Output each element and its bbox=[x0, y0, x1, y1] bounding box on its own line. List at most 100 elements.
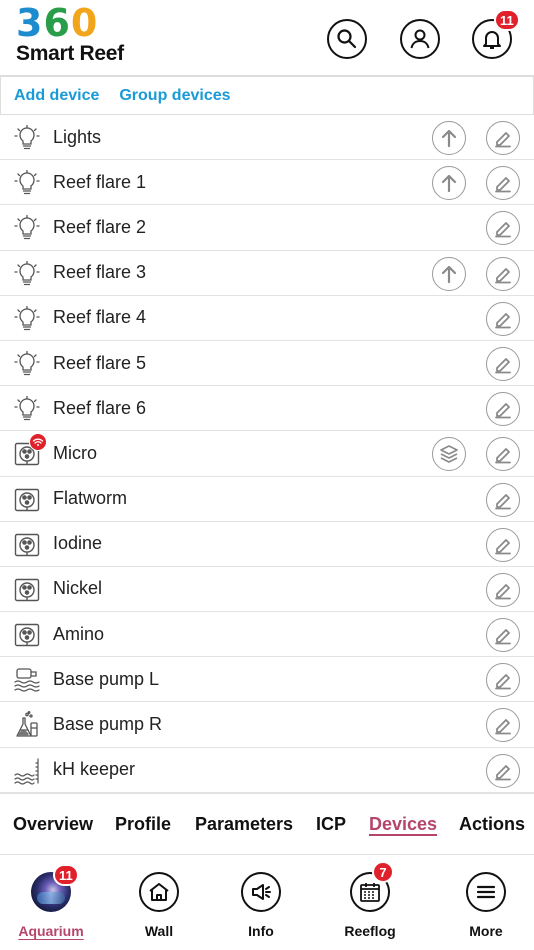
device-row-iodine[interactable]: Iodine bbox=[0, 522, 534, 567]
user-icon bbox=[410, 29, 430, 49]
nav-more[interactable]: More bbox=[446, 872, 526, 939]
device-row-amino[interactable]: Amino bbox=[0, 612, 534, 658]
nav-aquarium[interactable]: 11 Aquarium bbox=[11, 864, 91, 939]
search-button[interactable] bbox=[327, 19, 367, 59]
doser-icon bbox=[13, 531, 41, 559]
reeflog-button: 7 bbox=[350, 861, 394, 912]
nav-reeflog-label: Reeflog bbox=[344, 923, 396, 939]
device-label: Reef flare 3 bbox=[53, 262, 147, 283]
bulb-icon bbox=[13, 350, 41, 378]
bell-icon bbox=[483, 31, 501, 49]
tab-actions[interactable]: Actions bbox=[459, 814, 525, 835]
home-icon bbox=[149, 883, 169, 901]
bulb-icon bbox=[13, 124, 41, 152]
edit-icon bbox=[492, 398, 514, 420]
device-row-micro[interactable]: Micro bbox=[0, 431, 534, 477]
upload-icon bbox=[438, 172, 460, 194]
device-label: Nickel bbox=[53, 578, 103, 599]
tab-overview[interactable]: Overview bbox=[13, 814, 93, 835]
edit-button[interactable] bbox=[486, 346, 520, 381]
bulb-icon bbox=[13, 260, 41, 288]
wall-button bbox=[139, 872, 179, 912]
wifi-icon bbox=[29, 433, 47, 452]
edit-button[interactable] bbox=[486, 166, 520, 201]
bulb-icon bbox=[13, 169, 41, 197]
profile-button[interactable] bbox=[400, 19, 440, 59]
edit-button[interactable] bbox=[486, 211, 520, 246]
flask-icon bbox=[13, 711, 41, 739]
edit-button[interactable] bbox=[486, 663, 520, 698]
device-row-reef-flare-4[interactable]: Reef flare 4 bbox=[0, 296, 534, 341]
edit-icon bbox=[492, 624, 514, 646]
search-icon bbox=[337, 29, 357, 49]
nav-aquarium-label: Aquarium bbox=[18, 923, 84, 939]
edit-button[interactable] bbox=[486, 392, 520, 427]
edit-button[interactable] bbox=[486, 618, 520, 653]
layers-icon bbox=[438, 443, 460, 465]
tab-icp[interactable]: ICP bbox=[316, 814, 346, 835]
edit-button[interactable] bbox=[486, 437, 520, 472]
device-row-reef-flare-1[interactable]: Reef flare 1 bbox=[0, 160, 534, 206]
device-row-base-pump-r[interactable]: Base pump R bbox=[0, 702, 534, 748]
edit-icon bbox=[492, 760, 514, 782]
edit-button[interactable] bbox=[486, 256, 520, 291]
info-button bbox=[241, 872, 281, 912]
nav-wall[interactable]: Wall bbox=[119, 872, 199, 939]
menu-icon bbox=[476, 885, 496, 899]
bulb-icon bbox=[13, 305, 41, 333]
doser-icon bbox=[13, 486, 41, 514]
edit-button[interactable] bbox=[486, 527, 520, 562]
device-label: Reef flare 6 bbox=[53, 397, 147, 418]
aquarium-badge: 11 bbox=[53, 864, 79, 886]
device-row-reef-flare-6[interactable]: Reef flare 6 bbox=[0, 386, 534, 432]
tab-profile[interactable]: Profile bbox=[115, 814, 171, 835]
update-firmware-button[interactable] bbox=[432, 166, 466, 201]
pump-icon bbox=[13, 666, 41, 694]
tab-parameters[interactable]: Parameters bbox=[195, 814, 293, 835]
device-row-reef-flare-2[interactable]: Reef flare 2 bbox=[0, 205, 534, 251]
device-row-reef-flare-3[interactable]: Reef flare 3 bbox=[0, 251, 534, 296]
edit-icon bbox=[492, 489, 514, 511]
notification-badge: 11 bbox=[494, 9, 520, 31]
device-row-reef-flare-5[interactable]: Reef flare 5 bbox=[0, 341, 534, 387]
update-firmware-button[interactable] bbox=[432, 121, 466, 155]
section-tabs: Overview Profile Parameters ICP Devices … bbox=[0, 793, 534, 855]
nav-info-label: Info bbox=[248, 923, 274, 939]
update-firmware-button[interactable] bbox=[432, 256, 466, 291]
tab-devices[interactable]: Devices bbox=[369, 814, 437, 835]
edit-icon bbox=[492, 263, 514, 285]
device-label: Amino bbox=[53, 623, 105, 644]
device-row-flatworm[interactable]: Flatworm bbox=[0, 477, 534, 522]
group-devices-link[interactable]: Group devices bbox=[119, 87, 230, 105]
logo-text: Smart Reef bbox=[16, 42, 124, 65]
waves-icon bbox=[13, 757, 41, 785]
device-row-base-pump-l[interactable]: Base pump L bbox=[0, 657, 534, 703]
add-device-link[interactable]: Add device bbox=[14, 87, 99, 105]
doser-icon bbox=[13, 621, 41, 649]
nav-reeflog[interactable]: 7 Reeflog bbox=[330, 861, 410, 939]
reeflog-badge: 7 bbox=[372, 861, 394, 883]
edit-icon bbox=[492, 353, 514, 375]
calendar-icon bbox=[360, 883, 380, 902]
edit-button[interactable] bbox=[486, 482, 520, 517]
notifications-button[interactable]: 11 bbox=[472, 9, 520, 59]
device-label: Iodine bbox=[53, 533, 103, 554]
app-header: 360 Smart Reef 11 bbox=[0, 0, 534, 74]
edit-icon bbox=[492, 579, 514, 601]
bulb-icon bbox=[13, 395, 41, 423]
device-row-nickel[interactable]: Nickel bbox=[0, 567, 534, 613]
device-label: Micro bbox=[53, 442, 97, 463]
nav-info[interactable]: Info bbox=[221, 872, 301, 939]
edit-button[interactable] bbox=[486, 301, 520, 336]
smart-reef-logo: 360 Smart Reef bbox=[14, 4, 134, 68]
edit-button[interactable] bbox=[486, 121, 520, 155]
edit-button[interactable] bbox=[486, 708, 520, 743]
edit-icon bbox=[492, 308, 514, 330]
device-row-lights[interactable]: Lights bbox=[0, 115, 534, 161]
edit-icon bbox=[492, 443, 514, 465]
device-row-kh-keeper[interactable]: kH keeper bbox=[0, 748, 534, 793]
bottom-nav: 11 Aquarium Wall Info 7 Reeflog More bbox=[0, 856, 534, 950]
edit-button[interactable] bbox=[486, 753, 520, 788]
edit-button[interactable] bbox=[486, 572, 520, 607]
group-button[interactable] bbox=[432, 437, 466, 472]
